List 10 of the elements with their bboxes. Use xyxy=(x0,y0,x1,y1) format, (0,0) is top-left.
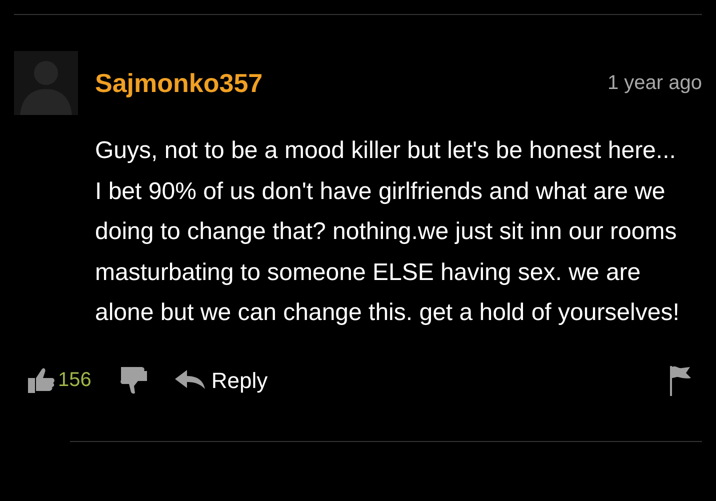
avatar xyxy=(14,51,78,115)
like-count: 156 xyxy=(58,368,92,393)
thumbs-down-icon[interactable] xyxy=(119,365,150,395)
reply-button[interactable]: Reply xyxy=(175,364,268,396)
reply-arrow-icon xyxy=(175,369,206,391)
thumbs-up-icon[interactable] xyxy=(26,365,56,395)
username[interactable]: Sajmonko357 xyxy=(95,64,263,102)
flag-icon[interactable] xyxy=(668,364,692,396)
timestamp: 1 year ago xyxy=(607,71,702,96)
comment-text: Guys, not to be a mood killer but let's be honest here... I bet 90% of us don't have girlfriends and what are we doing to change that? nothing.we just sit inn our rooms masturbating to someone ELSE having sex. we are alone but we can change this. get a hold of yourselves! xyxy=(95,136,680,328)
